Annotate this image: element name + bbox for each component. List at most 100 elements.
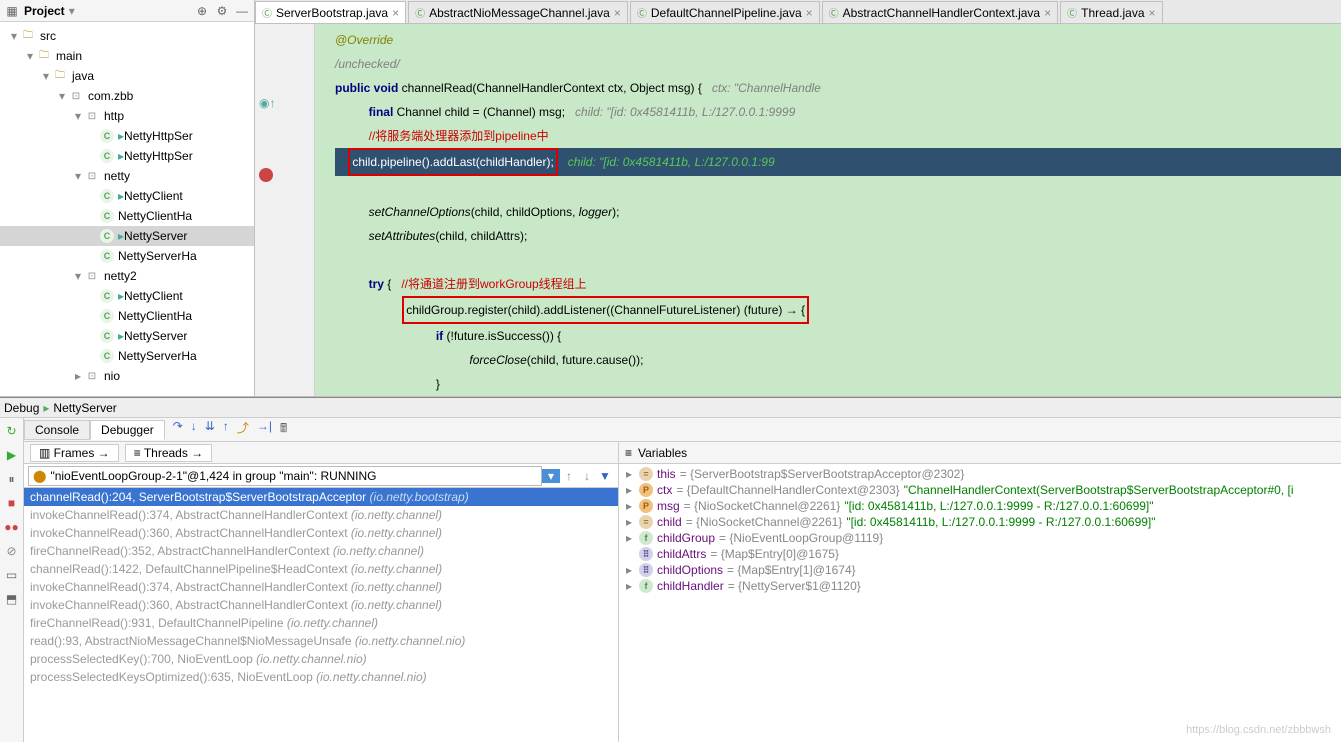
pin-button[interactable]: ⬒: [3, 590, 21, 608]
resume-button[interactable]: ▶: [3, 446, 21, 464]
expand-icon[interactable]: ▸: [623, 531, 635, 545]
filter-frames-button[interactable]: ▼: [596, 469, 614, 483]
frames-tab[interactable]: ▥ Frames →: [30, 444, 119, 462]
prev-frame-button[interactable]: ↑: [560, 469, 578, 483]
expand-icon[interactable]: ▾: [8, 29, 20, 43]
close-icon[interactable]: ×: [614, 6, 621, 20]
expand-icon[interactable]: ▸: [623, 483, 635, 497]
expand-icon[interactable]: ▸: [623, 499, 635, 513]
expand-icon[interactable]: ▾: [56, 89, 68, 103]
editor-tab[interactable]: ⒸServerBootstrap.java×: [255, 1, 406, 23]
tree-node[interactable]: ▾⊡http: [0, 106, 254, 126]
expand-icon[interactable]: ▸: [623, 563, 635, 577]
stack-frame[interactable]: channelRead():1422, DefaultChannelPipeli…: [24, 560, 618, 578]
stack-frame[interactable]: read():93, AbstractNioMessageChannel$Nio…: [24, 632, 618, 650]
override-icon[interactable]: ◉↑: [259, 96, 273, 110]
drop-frame-button[interactable]: ⤴: [237, 419, 249, 440]
expand-icon[interactable]: ▸: [623, 515, 635, 529]
tree-node[interactable]: ▾🗀main: [0, 46, 254, 66]
expand-icon[interactable]: ▾: [72, 169, 84, 183]
close-icon[interactable]: ×: [1044, 6, 1051, 20]
tree-node[interactable]: C▸NettyHttpSer: [0, 126, 254, 146]
rerun-button[interactable]: ↻: [3, 422, 21, 440]
settings-icon[interactable]: ⚙: [214, 3, 230, 19]
expand-icon[interactable]: ▾: [40, 69, 52, 83]
expand-icon[interactable]: ▾: [72, 109, 84, 123]
tab-debugger[interactable]: Debugger: [90, 420, 165, 440]
tree-node[interactable]: ▾⊡com.zbb: [0, 86, 254, 106]
stack-frame[interactable]: invokeChannelRead():374, AbstractChannel…: [24, 506, 618, 524]
expand-icon[interactable]: ▸: [72, 369, 84, 383]
frames-list[interactable]: channelRead():204, ServerBootstrap$Serve…: [24, 488, 618, 742]
close-icon[interactable]: ×: [1149, 6, 1156, 20]
stack-frame[interactable]: channelRead():204, ServerBootstrap$Serve…: [24, 488, 618, 506]
tree-node[interactable]: C▸NettyClient: [0, 186, 254, 206]
project-tree[interactable]: ▾🗀src▾🗀main▾🗀java▾⊡com.zbb▾⊡httpC▸NettyH…: [0, 22, 254, 396]
stack-frame[interactable]: invokeChannelRead():360, AbstractChannel…: [24, 596, 618, 614]
stop-button[interactable]: ■: [3, 494, 21, 512]
tree-node[interactable]: C▸NettyHttpSer: [0, 146, 254, 166]
hide-icon[interactable]: —: [234, 3, 250, 19]
threads-tab[interactable]: ≡ Threads →: [125, 444, 213, 462]
thread-selector[interactable]: ⬤"nioEventLoopGroup-2-1"@1,424 in group …: [24, 464, 618, 488]
code-editor[interactable]: ◉↑ @Override /unchecked/ public void cha…: [255, 24, 1341, 396]
editor-tab[interactable]: ⒸDefaultChannelPipeline.java×: [630, 1, 820, 23]
gutter[interactable]: ◉↑: [255, 24, 315, 396]
variable-row[interactable]: ▸⠿childOptions = {Map$Entry[1]@1674}: [619, 562, 1341, 578]
variable-row[interactable]: ▸Pmsg = {NioSocketChannel@2261} "[id: 0x…: [619, 498, 1341, 514]
next-frame-button[interactable]: ↓: [578, 469, 596, 483]
tree-node[interactable]: ▾🗀java: [0, 66, 254, 86]
run-to-cursor-button[interactable]: →|: [257, 419, 272, 440]
variable-row[interactable]: ▸Pctx = {DefaultChannelHandlerContext@23…: [619, 482, 1341, 498]
variables-list[interactable]: ▸=this = {ServerBootstrap$ServerBootstra…: [619, 464, 1341, 742]
tree-node[interactable]: ▾⊡netty2: [0, 266, 254, 286]
tree-node[interactable]: CNettyServerHa: [0, 246, 254, 266]
variable-row[interactable]: ⠿childAttrs = {Map$Entry[0]@1675}: [619, 546, 1341, 562]
tree-node[interactable]: ▾⊡netty: [0, 166, 254, 186]
editor-tab[interactable]: ⒸAbstractNioMessageChannel.java×: [408, 1, 628, 23]
code-content[interactable]: @Override /unchecked/ public void channe…: [315, 24, 1341, 396]
tree-node[interactable]: C▸NettyServer: [0, 326, 254, 346]
stack-frame[interactable]: processSelectedKey():700, NioEventLoop (…: [24, 650, 618, 668]
expand-icon[interactable]: ▸: [623, 467, 635, 481]
editor-tab[interactable]: ⒸAbstractChannelHandlerContext.java×: [822, 1, 1058, 23]
stack-frame[interactable]: fireChannelRead():352, AbstractChannelHa…: [24, 542, 618, 560]
close-icon[interactable]: ×: [806, 6, 813, 20]
dropdown-icon[interactable]: ▾: [69, 4, 75, 18]
thread-dropdown-icon[interactable]: ▾: [542, 469, 560, 483]
stack-frame[interactable]: processSelectedKeysOptimized():635, NioE…: [24, 668, 618, 686]
variable-row[interactable]: ▸fchildGroup = {NioEventLoopGroup@1119}: [619, 530, 1341, 546]
variable-row[interactable]: ▸=child = {NioSocketChannel@2261} "[id: …: [619, 514, 1341, 530]
expand-icon[interactable]: ▾: [24, 49, 36, 63]
tree-node[interactable]: ▾🗀src: [0, 26, 254, 46]
variable-row[interactable]: ▸=this = {ServerBootstrap$ServerBootstra…: [619, 466, 1341, 482]
tree-node[interactable]: CNettyClientHa: [0, 306, 254, 326]
mute-breakpoints-button[interactable]: ⊘: [3, 542, 21, 560]
evaluate-button[interactable]: 🖩: [280, 419, 287, 440]
step-out-button[interactable]: ↑: [223, 419, 229, 440]
variable-row[interactable]: ▸fchildHandler = {NettyServer$1@1120}: [619, 578, 1341, 594]
var-name: childHandler: [657, 579, 724, 593]
stack-frame[interactable]: fireChannelRead():931, DefaultChannelPip…: [24, 614, 618, 632]
expand-icon[interactable]: ▸: [623, 579, 635, 593]
stack-frame[interactable]: invokeChannelRead():360, AbstractChannel…: [24, 524, 618, 542]
breakpoint-icon[interactable]: [259, 168, 273, 182]
force-step-into-button[interactable]: ⇊: [205, 419, 215, 440]
stack-frame[interactable]: invokeChannelRead():374, AbstractChannel…: [24, 578, 618, 596]
expand-icon[interactable]: ▾: [72, 269, 84, 283]
step-over-button[interactable]: ↷: [173, 419, 183, 440]
tree-node[interactable]: ▸⊡nio: [0, 366, 254, 386]
tree-node[interactable]: C▸NettyServer: [0, 226, 254, 246]
step-into-button[interactable]: ↓: [191, 419, 197, 440]
settings-button[interactable]: ▭: [3, 566, 21, 584]
collapse-icon[interactable]: ⊕: [194, 3, 210, 19]
view-breakpoints-button[interactable]: ●●: [3, 518, 21, 536]
close-icon[interactable]: ×: [392, 6, 399, 20]
tree-node[interactable]: C▸NettyClient: [0, 286, 254, 306]
pause-button[interactable]: ⏸: [3, 470, 21, 488]
tree-node[interactable]: CNettyServerHa: [0, 346, 254, 366]
tab-console[interactable]: Console: [24, 420, 90, 440]
debug-config[interactable]: NettyServer: [53, 401, 116, 415]
tree-node[interactable]: CNettyClientHa: [0, 206, 254, 226]
editor-tab[interactable]: ⒸThread.java×: [1060, 1, 1162, 23]
